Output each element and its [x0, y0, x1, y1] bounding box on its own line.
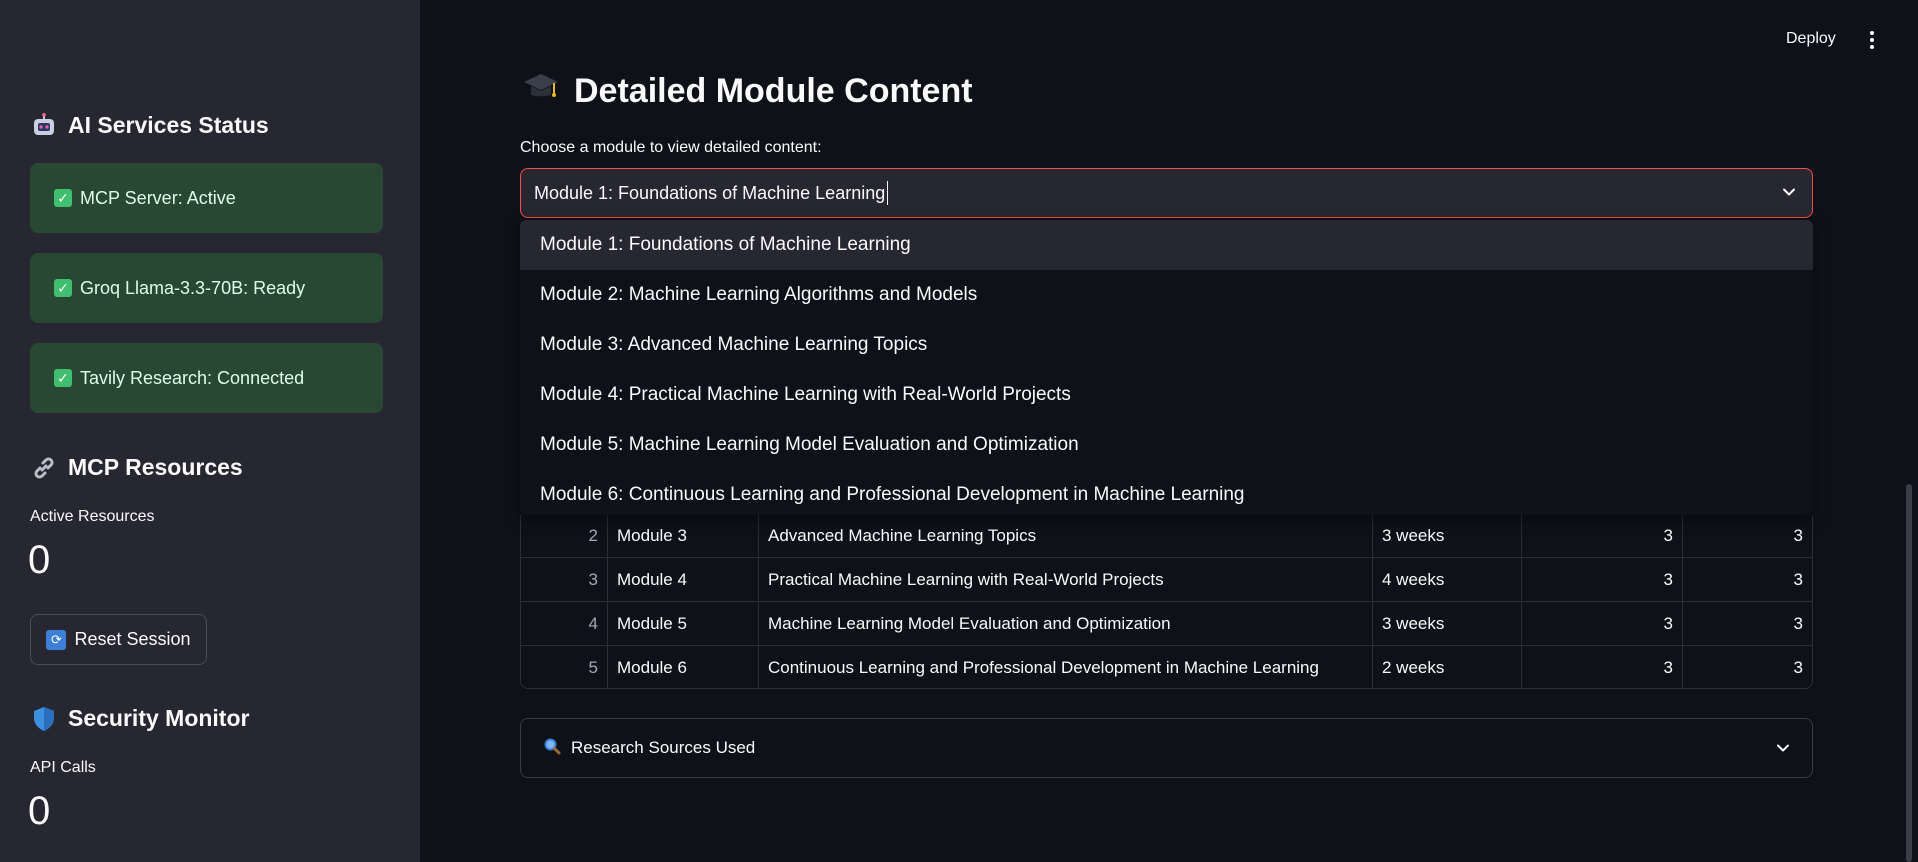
- main-scrollbar[interactable]: [1906, 484, 1912, 862]
- check-icon: ✓: [54, 189, 72, 207]
- cell-module[interactable]: Module 4: [607, 558, 758, 601]
- cell-title[interactable]: Advanced Machine Learning Topics: [758, 515, 1372, 557]
- cell-count[interactable]: 3: [1682, 646, 1812, 689]
- active-resources-label: Active Resources: [30, 508, 155, 525]
- row-index: 2: [588, 526, 598, 545]
- security-heading-text: Security Monitor: [68, 705, 250, 731]
- deploy-button[interactable]: Deploy: [1786, 30, 1836, 48]
- text-cursor: [887, 181, 889, 205]
- cell-count[interactable]: 3: [1521, 558, 1682, 601]
- cell-title[interactable]: Continuous Learning and Professional Dev…: [758, 646, 1372, 689]
- cell-duration[interactable]: 3 weeks: [1372, 602, 1521, 645]
- cell-count[interactable]: 3: [1521, 515, 1682, 557]
- active-resources-value: 0: [28, 538, 51, 582]
- status-tavily: ✓ Tavily Research: Connected: [30, 343, 383, 413]
- module-select-value: Module 1: Foundations of Machine Learnin…: [534, 182, 886, 203]
- cell-count[interactable]: 3: [1682, 558, 1812, 601]
- cell-duration[interactable]: 3 weeks: [1372, 515, 1521, 557]
- dropdown-option[interactable]: Module 4: Practical Machine Learning wit…: [520, 370, 1813, 420]
- table-row: 5 Module 6 Continuous Learning and Profe…: [521, 645, 1812, 689]
- table-row: 3 Module 4 Practical Machine Learning wi…: [521, 557, 1812, 601]
- status-mcp-server: ✓ MCP Server: Active: [30, 163, 383, 233]
- cell-count[interactable]: 3: [1682, 515, 1812, 557]
- refresh-icon: ⟳: [46, 629, 67, 650]
- resources-heading: MCP Resources: [30, 454, 243, 481]
- api-calls-value: 0: [28, 789, 51, 833]
- cell-title[interactable]: Practical Machine Learning with Real-Wor…: [758, 558, 1372, 601]
- status-label: MCP Server: Active: [80, 187, 236, 208]
- api-calls-label: API Calls: [30, 759, 96, 776]
- resources-heading-text: MCP Resources: [68, 454, 243, 480]
- link-icon: [30, 456, 58, 480]
- services-heading-text: AI Services Status: [68, 112, 269, 138]
- cell-count[interactable]: 3: [1682, 602, 1812, 645]
- chevron-down-icon: [1783, 188, 1795, 196]
- reset-session-label: Reset Session: [74, 629, 191, 649]
- cell-module[interactable]: Module 6: [607, 646, 758, 689]
- row-index: 4: [588, 613, 598, 633]
- magnifier-icon: [543, 737, 561, 760]
- graduation-cap-icon: [522, 70, 560, 112]
- check-icon: ✓: [54, 279, 72, 297]
- cell-duration[interactable]: 4 weeks: [1372, 558, 1521, 601]
- table-row: 4 Module 5 Machine Learning Model Evalua…: [521, 601, 1812, 645]
- security-heading: Security Monitor: [30, 705, 249, 732]
- dropdown-option[interactable]: Module 5: Machine Learning Model Evaluat…: [520, 420, 1813, 470]
- reset-session-button[interactable]: ⟳ Reset Session: [30, 614, 207, 665]
- module-dropdown: Module 1: Foundations of Machine Learnin…: [520, 220, 1813, 515]
- status-label: Groq Llama-3.3-70B: Ready: [80, 277, 306, 298]
- page-title-text: Detailed Module Content: [574, 71, 973, 110]
- status-groq: ✓ Groq Llama-3.3-70B: Ready: [30, 253, 383, 323]
- cell-count[interactable]: 3: [1521, 602, 1682, 645]
- cell-module[interactable]: Module 5: [607, 602, 758, 645]
- module-select-label: Choose a module to view detailed content…: [520, 139, 822, 156]
- status-label: Tavily Research: Connected: [80, 367, 305, 388]
- page-title: Detailed Module Content: [522, 70, 973, 112]
- dropdown-option[interactable]: Module 2: Machine Learning Algorithms an…: [520, 270, 1813, 320]
- more-menu-icon[interactable]: [1866, 30, 1878, 50]
- sidebar: AI Services Status ✓ MCP Server: Active …: [0, 0, 420, 862]
- cell-module[interactable]: Module 3: [607, 515, 758, 557]
- expander-label: Research Sources Used: [571, 738, 756, 757]
- chevron-down-icon: [1777, 744, 1789, 752]
- services-heading: AI Services Status: [30, 112, 269, 139]
- module-select[interactable]: Module 1: Foundations of Machine Learnin…: [520, 168, 1813, 218]
- robot-icon: [30, 112, 58, 139]
- cell-title[interactable]: Machine Learning Model Evaluation and Op…: [758, 602, 1372, 645]
- table-row: 2 Module 3 Advanced Machine Learning Top…: [521, 515, 1812, 557]
- row-index: 3: [588, 569, 598, 589]
- check-icon: ✓: [54, 369, 72, 387]
- dropdown-option[interactable]: Module 6: Continuous Learning and Profes…: [520, 470, 1813, 515]
- cell-duration[interactable]: 2 weeks: [1372, 646, 1521, 689]
- dropdown-option[interactable]: Module 1: Foundations of Machine Learnin…: [520, 220, 1813, 270]
- shield-icon: [30, 706, 58, 732]
- row-index: 5: [588, 657, 598, 677]
- dropdown-option[interactable]: Module 3: Advanced Machine Learning Topi…: [520, 320, 1813, 370]
- module-table: 2 Module 3 Advanced Machine Learning Top…: [520, 515, 1813, 689]
- research-sources-expander[interactable]: Research Sources Used: [520, 718, 1813, 778]
- cell-count[interactable]: 3: [1521, 646, 1682, 689]
